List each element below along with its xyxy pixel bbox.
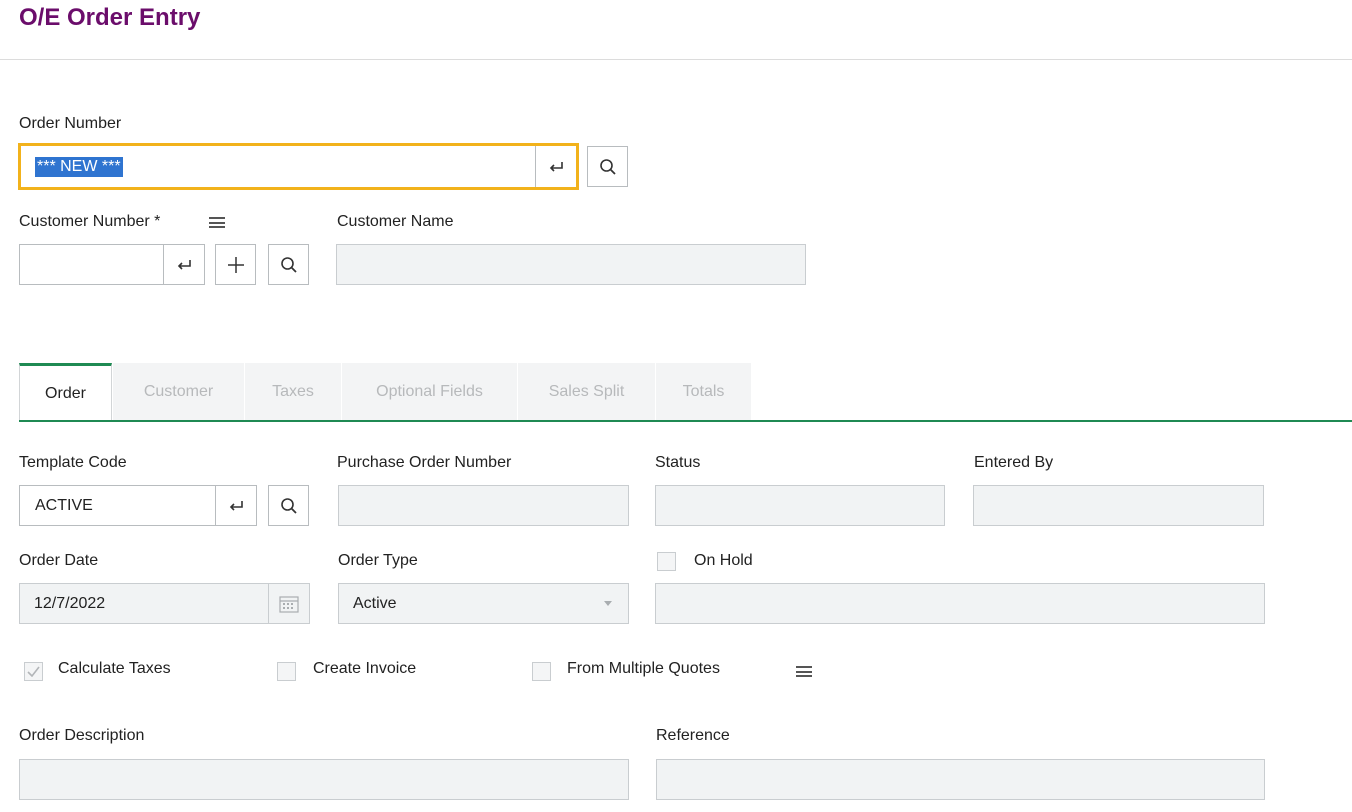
from-multiple-quotes-menu-icon[interactable] (796, 666, 812, 677)
order-number-input[interactable]: *** NEW *** (18, 143, 579, 190)
status-label: Status (655, 454, 701, 471)
reference-field (656, 759, 1265, 800)
order-type-value: Active (353, 594, 397, 612)
customer-search-button[interactable] (268, 244, 309, 285)
purchase-order-number-field (338, 485, 629, 526)
page-title: O/E Order Entry (19, 4, 201, 31)
tab-taxes[interactable]: Taxes (245, 363, 341, 420)
calendar-icon (279, 595, 299, 613)
customer-name-field (336, 244, 806, 285)
customer-number-input[interactable] (19, 244, 205, 285)
chevron-down-icon (604, 601, 612, 606)
order-type-label: Order Type (338, 552, 418, 569)
tab-order[interactable]: Order (19, 363, 112, 421)
template-code-search-button[interactable] (268, 485, 309, 526)
customer-number-label: Customer Number * (19, 213, 161, 230)
reference-label: Reference (656, 727, 730, 744)
enter-icon (229, 500, 243, 511)
order-date-value: 12/7/2022 (34, 594, 106, 612)
plus-icon (227, 256, 244, 273)
customer-name-label: Customer Name (337, 213, 454, 230)
from-multiple-quotes-label: From Multiple Quotes (567, 660, 720, 677)
order-date-calendar-button[interactable] (268, 584, 309, 623)
tab-customer[interactable]: Customer (113, 363, 244, 420)
calculate-taxes-checkbox[interactable] (24, 662, 43, 681)
order-number-enter-button[interactable] (535, 146, 576, 187)
order-number-search-button[interactable] (587, 146, 628, 187)
order-description-label: Order Description (19, 727, 145, 744)
order-type-select[interactable]: Active (338, 583, 629, 624)
header-divider (0, 59, 1352, 60)
tabs-divider (19, 420, 1352, 422)
order-number-value: *** NEW *** (35, 156, 123, 177)
template-code-enter-button[interactable] (215, 486, 256, 525)
entered-by-field (973, 485, 1264, 526)
tab-totals[interactable]: Totals (656, 363, 751, 420)
order-date-label: Order Date (19, 552, 99, 569)
purchase-order-number-label: Purchase Order Number (337, 454, 512, 471)
create-invoice-label: Create Invoice (313, 660, 417, 677)
enter-icon (549, 161, 563, 172)
customer-number-enter-button[interactable] (163, 245, 204, 284)
calculate-taxes-label: Calculate Taxes (58, 660, 171, 677)
on-hold-reason-field (655, 583, 1265, 624)
tab-optional-fields[interactable]: Optional Fields (342, 363, 517, 420)
tab-sales-split[interactable]: Sales Split (518, 363, 655, 420)
order-number-label: Order Number (19, 115, 122, 132)
checkmark-icon (27, 666, 40, 677)
enter-icon (177, 259, 191, 270)
create-invoice-checkbox[interactable] (277, 662, 296, 681)
add-customer-button[interactable] (215, 244, 256, 285)
search-icon (280, 497, 297, 514)
search-icon (599, 158, 616, 175)
status-field (655, 485, 945, 526)
template-code-value: ACTIVE (35, 496, 93, 514)
order-description-field (19, 759, 629, 800)
on-hold-checkbox[interactable] (657, 552, 676, 571)
entered-by-label: Entered By (974, 454, 1054, 471)
search-icon (280, 256, 297, 273)
from-multiple-quotes-checkbox[interactable] (532, 662, 551, 681)
template-code-label: Template Code (19, 454, 127, 471)
on-hold-label: On Hold (694, 552, 753, 569)
template-code-input[interactable]: ACTIVE (19, 485, 257, 526)
order-date-input[interactable]: 12/7/2022 (19, 583, 310, 624)
customer-number-menu-icon[interactable] (209, 217, 225, 228)
